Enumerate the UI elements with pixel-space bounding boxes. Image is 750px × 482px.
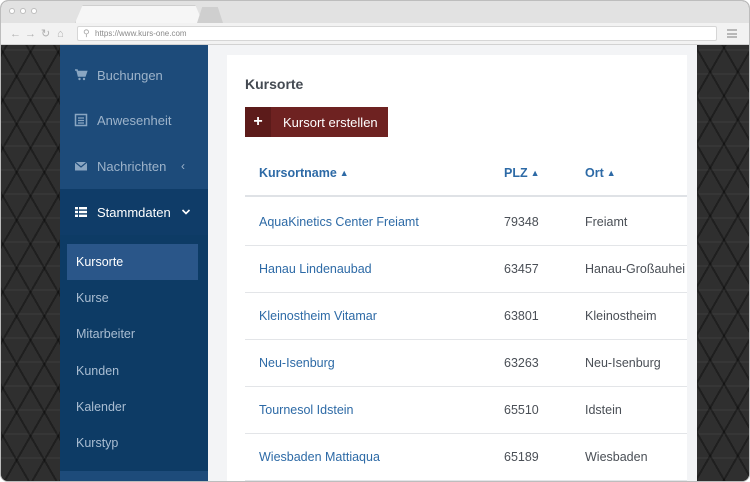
sidebar-subitem-kursorte[interactable]: Kursorte <box>67 244 198 280</box>
search-icon: ⚲ <box>83 28 90 38</box>
forward-arrow-icon[interactable]: → <box>25 27 36 41</box>
column-header-label: Ort <box>585 166 604 180</box>
reload-icon[interactable]: ↻ <box>41 27 50 41</box>
plz-cell: 63457 <box>504 262 539 276</box>
table-row: Kleinostheim Vitamar 63801 Kleinostheim <box>245 293 687 340</box>
table-header: Kursortname ▲︎ PLZ ▲︎ Ort ▲︎ <box>245 151 687 197</box>
sidebar-subitem-mitarbeiter[interactable]: Mitarbeiter <box>67 316 198 352</box>
browser-window: ← → ↻ ⌂ ⚲ https://www.kurs-one.com Buchu… <box>0 0 750 482</box>
envelope-icon <box>74 159 88 173</box>
column-header-ort[interactable]: Ort ▲︎ <box>585 166 616 180</box>
table-row: Hanau Lindenaubad 63457 Hanau-Großauhei <box>245 246 687 293</box>
main-content: Kursorte + Kursort erstellen Kursortname… <box>227 55 687 481</box>
sidebar-bottom-section <box>60 471 208 481</box>
ort-cell: Idstein <box>585 403 622 417</box>
browser-menu-icon[interactable] <box>727 29 737 38</box>
column-header-plz[interactable]: PLZ ▲︎ <box>504 166 540 180</box>
column-header-label: PLZ <box>504 166 528 180</box>
background-pattern-left <box>1 45 60 481</box>
sort-icon: ▲︎ <box>339 168 349 178</box>
background-pattern-right <box>697 45 749 481</box>
plz-cell: 65189 <box>504 450 539 464</box>
subitem-label: Kursorte <box>76 255 124 269</box>
url-text: https://www.kurs-one.com <box>95 29 187 38</box>
browser-tab-strip <box>1 1 749 23</box>
table-row: Tournesol Idstein 65510 Idstein <box>245 387 687 434</box>
plz-cell: 65510 <box>504 403 539 417</box>
address-bar[interactable]: ⚲ https://www.kurs-one.com <box>77 26 717 41</box>
browser-tab-active[interactable] <box>75 5 203 23</box>
plz-cell: 63263 <box>504 356 539 370</box>
ort-cell: Hanau-Großauhei <box>585 262 686 276</box>
sidebar-item-label: Anwesenheit <box>97 112 172 128</box>
sidebar-item-label: Nachrichten <box>97 158 167 174</box>
kursort-name-link[interactable]: Kleinostheim Vitamar <box>259 309 377 323</box>
kursort-name-link[interactable]: Neu-Isenburg <box>259 356 335 370</box>
sidebar-item-stammdaten[interactable]: Stammdaten <box>60 189 208 235</box>
cart-icon <box>74 68 88 82</box>
sidebar: Buchungen Anwesenheit Nachrichten ‹ Stam… <box>60 45 208 481</box>
subitem-label: Kalender <box>76 400 127 414</box>
subitem-label: Mitarbeiter <box>76 327 136 341</box>
table-row: Neu-Isenburg 63263 Neu-Isenburg <box>245 340 687 387</box>
window-controls <box>9 8 37 14</box>
page-title: Kursorte <box>245 76 304 92</box>
sidebar-item-anwesenheit[interactable]: Anwesenheit <box>60 97 208 143</box>
sidebar-subitem-kurse[interactable]: Kurse <box>67 280 198 316</box>
ort-cell: Neu-Isenburg <box>585 356 661 370</box>
maximize-window-dot[interactable] <box>31 8 37 14</box>
table-row: AquaKinetics Center Freiamt 79348 Freiam… <box>245 199 687 246</box>
create-kursort-button[interactable]: + Kursort erstellen <box>245 107 388 137</box>
kursort-name-link[interactable]: Tournesol Idstein <box>259 403 354 417</box>
sort-icon: ▲︎ <box>606 168 616 178</box>
subitem-label: Kurstyp <box>76 436 119 450</box>
plus-icon: + <box>245 107 271 137</box>
chevron-down-icon <box>181 205 191 219</box>
column-header-label: Kursortname <box>259 166 337 180</box>
chevron-left-icon: ‹ <box>181 159 185 173</box>
column-header-kursortname[interactable]: Kursortname ▲︎ <box>259 166 349 180</box>
close-window-dot[interactable] <box>9 8 15 14</box>
table-row: Wiesbaden Mattiaqua 65189 Wiesbaden <box>245 434 687 481</box>
back-arrow-icon[interactable]: ← <box>10 27 21 41</box>
browser-tab-new[interactable] <box>197 7 223 23</box>
sidebar-subitem-kunden[interactable]: Kunden <box>67 353 198 389</box>
ort-cell: Freiamt <box>585 215 628 229</box>
plz-cell: 63801 <box>504 309 539 323</box>
sidebar-subitem-kalender[interactable]: Kalender <box>67 389 198 425</box>
subitem-label: Kurse <box>76 291 109 305</box>
table-list-icon <box>74 205 88 219</box>
minimize-window-dot[interactable] <box>20 8 26 14</box>
list-icon <box>74 113 88 127</box>
sidebar-subitem-kurstyp[interactable]: Kurstyp <box>67 425 198 461</box>
home-icon[interactable]: ⌂ <box>57 27 64 41</box>
plz-cell: 79348 <box>504 215 539 229</box>
ort-cell: Wiesbaden <box>585 450 648 464</box>
sidebar-item-label: Stammdaten <box>97 204 171 220</box>
kursort-name-link[interactable]: AquaKinetics Center Freiamt <box>259 215 419 229</box>
sidebar-item-label: Buchungen <box>97 67 163 83</box>
subitem-label: Kunden <box>76 364 120 378</box>
kursort-name-link[interactable]: Wiesbaden Mattiaqua <box>259 450 380 464</box>
sort-icon: ▲︎ <box>530 168 540 178</box>
sidebar-item-buchungen[interactable]: Buchungen <box>60 52 208 98</box>
kursort-name-link[interactable]: Hanau Lindenaubad <box>259 262 372 276</box>
browser-toolbar: ← → ↻ ⌂ ⚲ https://www.kurs-one.com <box>1 23 749 45</box>
ort-cell: Kleinostheim <box>585 309 657 323</box>
sidebar-item-nachrichten[interactable]: Nachrichten ‹ <box>60 143 208 189</box>
create-button-label: Kursort erstellen <box>283 115 378 130</box>
